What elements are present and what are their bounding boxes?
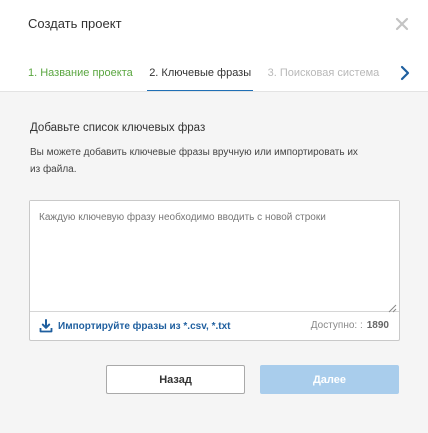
step-tabs: 1. Название проекта 2. Ключевые фразы 3.… [0,55,428,92]
chevron-right-icon[interactable] [398,65,412,81]
download-icon [39,319,53,333]
dialog-header: Создать проект [0,0,428,50]
tab-project-name[interactable]: 1. Название проекта [28,55,133,91]
keywords-editor: Импортируйте фразы из *.csv, *.txt Досту… [29,200,400,341]
available-label: Доступно: : [310,320,363,331]
available-count: 1890 [366,320,389,331]
section-heading: Добавьте список ключевых фраз [30,122,206,134]
import-file-link[interactable]: Импортируйте фразы из *.csv, *.txt [39,319,230,333]
step-tabs-track: 1. Название проекта 2. Ключевые фразы 3.… [28,55,408,91]
section-hint: Вы можете добавить ключевые фразы вручну… [30,147,358,175]
tab-keywords[interactable]: 2. Ключевые фразы [147,55,254,91]
back-button[interactable]: Назад [106,365,245,394]
import-file-label: Импортируйте фразы из *.csv, *.txt [58,320,231,332]
editor-footer: Импортируйте фразы из *.csv, *.txt Досту… [30,313,399,340]
available-counter: Доступно: :1890 [311,320,389,331]
next-button[interactable]: Далее [260,365,399,394]
close-icon[interactable] [392,14,412,34]
dialog-title: Создать проект [28,16,122,31]
step-content: Добавьте список ключевых фраз Вы можете … [0,92,428,433]
tab-search-engine[interactable]: 3. Поисковая система [268,55,380,91]
keywords-textarea[interactable] [30,201,399,312]
resize-grip-icon[interactable] [388,300,397,313]
create-project-dialog: Создать проект 1. Название проекта 2. Кл… [0,0,428,433]
